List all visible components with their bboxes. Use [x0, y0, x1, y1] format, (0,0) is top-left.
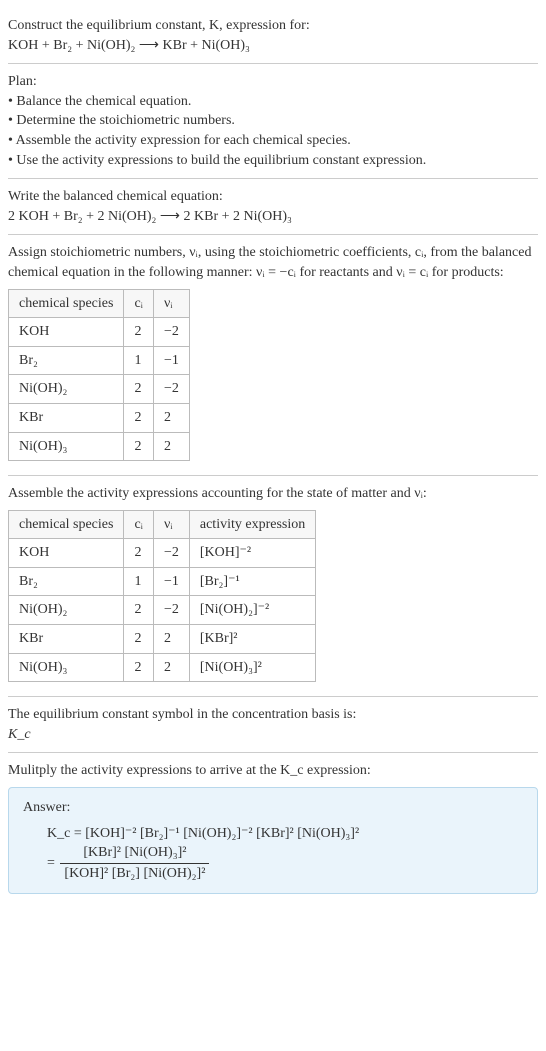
answer-line1: K_c = [KOH]⁻² [Br₂]⁻¹ [Ni(OH)₂]⁻² [KBr]²…: [47, 824, 523, 844]
cell: 1: [124, 346, 154, 375]
table-row: Br₂ 1 −1 [Br₂]⁻¹: [9, 567, 316, 596]
balanced-section: Write the balanced chemical equation: 2 …: [8, 179, 538, 235]
cell: Ni(OH)₂: [9, 375, 124, 404]
plan-item: • Determine the stoichiometric numbers.: [8, 111, 538, 131]
plan-section: Plan: • Balance the chemical equation. •…: [8, 64, 538, 179]
stoich-section: Assign stoichiometric numbers, νᵢ, using…: [8, 235, 538, 476]
cell: 2: [124, 653, 154, 682]
table-row: KBr 2 2 [KBr]²: [9, 625, 316, 654]
fraction-numerator: [KBr]² [Ni(OH)₃]²: [60, 843, 209, 864]
plan-heading: Plan:: [8, 72, 538, 92]
plan-item: • Assemble the activity expression for e…: [8, 131, 538, 151]
col-header: cᵢ: [124, 510, 154, 539]
table-row: KOH 2 −2: [9, 318, 190, 347]
cell: KBr: [9, 403, 124, 432]
cell: [KOH]⁻²: [189, 539, 315, 568]
kconst-section: The equilibrium constant symbol in the c…: [8, 697, 538, 753]
kconst-symbol: K_c: [8, 725, 538, 745]
answer-label: Answer:: [23, 798, 523, 818]
cell: −1: [153, 567, 189, 596]
col-header: νᵢ: [153, 289, 189, 318]
cell: KOH: [9, 318, 124, 347]
title-line: Construct the equilibrium constant, K, e…: [8, 16, 538, 36]
col-header: activity expression: [189, 510, 315, 539]
table-header-row: chemical species cᵢ νᵢ: [9, 289, 190, 318]
fraction: [KBr]² [Ni(OH)₃]² [KOH]² [Br₂] [Ni(OH)₂]…: [60, 843, 209, 883]
cell: 2: [124, 596, 154, 625]
equals-text: =: [47, 856, 58, 871]
assemble-text: Assemble the activity expressions accoun…: [8, 484, 538, 504]
table-row: Ni(OH)₃ 2 2 [Ni(OH)₃]²: [9, 653, 316, 682]
cell: 2: [153, 653, 189, 682]
multiply-text: Mulitply the activity expressions to arr…: [8, 761, 538, 781]
cell: KBr: [9, 625, 124, 654]
cell: 2: [153, 403, 189, 432]
col-header: νᵢ: [153, 510, 189, 539]
table-row: Br₂ 1 −1: [9, 346, 190, 375]
table-row: KOH 2 −2 [KOH]⁻²: [9, 539, 316, 568]
cell: 2: [124, 318, 154, 347]
cell: 2: [124, 403, 154, 432]
cell: 2: [153, 625, 189, 654]
cell: Ni(OH)₃: [9, 432, 124, 461]
table-header-row: chemical species cᵢ νᵢ activity expressi…: [9, 510, 316, 539]
plan-item: • Balance the chemical equation.: [8, 92, 538, 112]
cell: 2: [124, 432, 154, 461]
plan-item: • Use the activity expressions to build …: [8, 151, 538, 171]
cell: 2: [124, 375, 154, 404]
answer-box: Answer: K_c = [KOH]⁻² [Br₂]⁻¹ [Ni(OH)₂]⁻…: [8, 787, 538, 894]
cell: −2: [153, 539, 189, 568]
kconst-text: The equilibrium constant symbol in the c…: [8, 705, 538, 725]
cell: Br₂: [9, 567, 124, 596]
activity-table: chemical species cᵢ νᵢ activity expressi…: [8, 510, 316, 683]
cell: 2: [153, 432, 189, 461]
cell: −2: [153, 375, 189, 404]
balanced-equation: 2 KOH + Br₂ + 2 Ni(OH)₂ ⟶ 2 KBr + 2 Ni(O…: [8, 207, 538, 227]
cell: Br₂: [9, 346, 124, 375]
problem-statement: Construct the equilibrium constant, K, e…: [8, 8, 538, 64]
activity-section: Assemble the activity expressions accoun…: [8, 476, 538, 697]
col-header: chemical species: [9, 510, 124, 539]
table-row: Ni(OH)₂ 2 −2: [9, 375, 190, 404]
cell: −2: [153, 596, 189, 625]
cell: [Ni(OH)₂]⁻²: [189, 596, 315, 625]
stoich-table: chemical species cᵢ νᵢ KOH 2 −2 Br₂ 1 −1…: [8, 289, 190, 462]
col-header: chemical species: [9, 289, 124, 318]
table-row: Ni(OH)₃ 2 2: [9, 432, 190, 461]
cell: −2: [153, 318, 189, 347]
col-header: cᵢ: [124, 289, 154, 318]
answer-equation: K_c = [KOH]⁻² [Br₂]⁻¹ [Ni(OH)₂]⁻² [KBr]²…: [23, 824, 523, 884]
assign-text: Assign stoichiometric numbers, νᵢ, using…: [8, 243, 538, 282]
cell: Ni(OH)₃: [9, 653, 124, 682]
cell: Ni(OH)₂: [9, 596, 124, 625]
cell: KOH: [9, 539, 124, 568]
balanced-heading: Write the balanced chemical equation:: [8, 187, 538, 207]
cell: [KBr]²: [189, 625, 315, 654]
table-row: Ni(OH)₂ 2 −2 [Ni(OH)₂]⁻²: [9, 596, 316, 625]
cell: 2: [124, 625, 154, 654]
cell: 1: [124, 567, 154, 596]
cell: −1: [153, 346, 189, 375]
cell: [Br₂]⁻¹: [189, 567, 315, 596]
unbalanced-equation: KOH + Br₂ + Ni(OH)₂ ⟶ KBr + Ni(OH)₃: [8, 36, 538, 56]
fraction-denominator: [KOH]² [Br₂] [Ni(OH)₂]²: [60, 864, 209, 884]
result-section: Mulitply the activity expressions to arr…: [8, 753, 538, 902]
table-row: KBr 2 2: [9, 403, 190, 432]
cell: 2: [124, 539, 154, 568]
answer-fraction-line: = [KBr]² [Ni(OH)₃]² [KOH]² [Br₂] [Ni(OH)…: [47, 843, 523, 883]
cell: [Ni(OH)₃]²: [189, 653, 315, 682]
